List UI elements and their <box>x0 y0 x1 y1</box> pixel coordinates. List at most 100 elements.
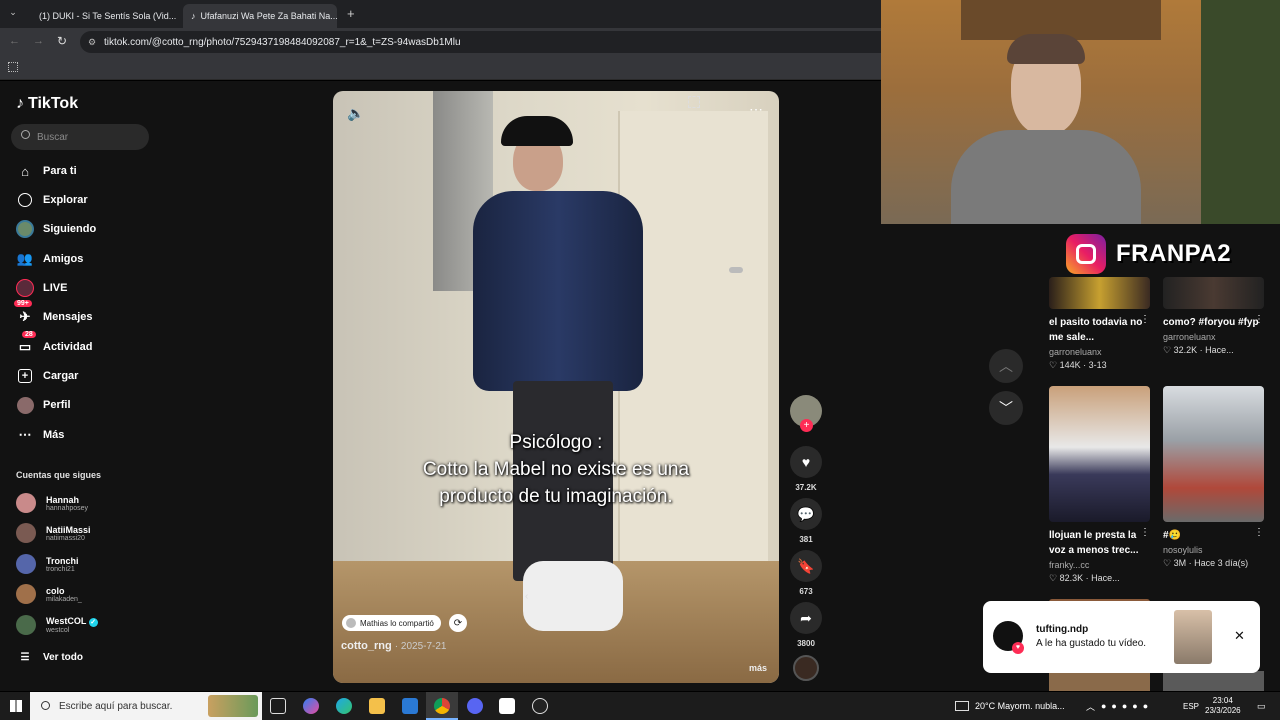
like-count: 37.2K <box>795 483 817 492</box>
language-indicator[interactable]: ESP <box>1183 692 1199 720</box>
close-icon[interactable]: ✕ <box>1234 628 1245 644</box>
save-button[interactable]: 🔖 673 <box>790 550 822 596</box>
prev-post-button[interactable]: ︿ <box>989 349 1023 383</box>
windows-start-icon[interactable] <box>10 700 22 712</box>
nav-siguiendo[interactable]: Siguiendo <box>16 218 96 240</box>
following-natiimassi[interactable]: NatiiMassi natiimassi20 <box>16 523 91 543</box>
follow-user: milakaden_ <box>46 595 82 603</box>
jacket <box>473 191 643 391</box>
nav-para-ti[interactable]: ⌂ Para ti <box>16 160 77 182</box>
grid-item-menu-icon[interactable]: ⋮ <box>1140 314 1150 325</box>
new-tab-button[interactable]: + <box>347 6 355 21</box>
post-menu-icon[interactable]: ⋯ <box>749 101 763 118</box>
qr-icon[interactable] <box>688 96 700 108</box>
notifications-icon[interactable]: ▭ <box>1257 692 1266 720</box>
grid-title: como? #foryou #fyp <box>1163 317 1259 328</box>
nav-mensajes[interactable]: ✈ 99+ Mensajes <box>14 300 93 328</box>
sound-disc-button[interactable] <box>790 655 822 681</box>
obs-icon[interactable] <box>532 698 548 714</box>
search-icon <box>21 130 30 139</box>
photo-caption: Psicólogo : Cotto la Mabel no existe es … <box>333 429 779 510</box>
task-view-icon[interactable] <box>270 698 286 714</box>
close-tab-icon[interactable]: ✕ <box>176 10 178 23</box>
search-input[interactable]: Buscar <box>11 124 149 150</box>
back-icon[interactable]: ← <box>9 35 20 47</box>
prev-photo-icon[interactable]: ‹ <box>525 591 528 602</box>
follow-name: Tronchi <box>46 555 79 566</box>
tab-title: Ufafanuzi Wa Pete Za Bahati Na... <box>200 11 338 21</box>
thumbnail <box>1049 277 1150 309</box>
following-colo[interactable]: colo milakaden_ <box>16 584 82 604</box>
apps-grid-icon[interactable] <box>8 62 18 72</box>
tab-list-button[interactable]: ⌄ <box>6 7 20 21</box>
grid-item-1[interactable]: el pasito todavia no me sale... garronel… <box>1049 277 1153 371</box>
volume-icon[interactable]: 🔈 <box>347 105 364 122</box>
tab-youtube[interactable]: (1) DUKI - Si Te Sentís Sola (Vid... ✕ <box>26 4 178 28</box>
following-tronchi[interactable]: Tronchi tronchi21 <box>16 554 79 574</box>
notification-thumbnail <box>1174 610 1212 664</box>
like-button[interactable]: ♥ 37.2K <box>790 446 822 492</box>
site-info-icon[interactable]: ⚙ <box>88 37 96 48</box>
grid-title: llojuan le presta la voz a menos trec... <box>1049 530 1139 556</box>
shared-by-chip[interactable]: Mathias lo compartió <box>342 615 441 631</box>
nav-actividad[interactable]: ▭ 28 Actividad <box>16 331 93 358</box>
notification-user: tufting.ndp <box>1036 624 1089 635</box>
chrome-icon[interactable] <box>434 698 450 714</box>
tab-tiktok[interactable]: ♪ Ufafanuzi Wa Pete Za Bahati Na... ✕ <box>183 4 337 28</box>
nav-explorar[interactable]: Explorar <box>16 189 88 211</box>
share-icon: ➦ <box>790 602 822 634</box>
taskbar-search[interactable]: Escribe aquí para buscar. <box>30 692 262 720</box>
copilot-icon[interactable] <box>303 698 319 714</box>
file-explorer-icon[interactable] <box>369 698 385 714</box>
post-author[interactable]: cotto_rng · 2025-7-21 <box>341 640 447 652</box>
follow-plus-icon[interactable]: + <box>800 419 813 432</box>
grid-item-3[interactable]: llojuan le presta la voz a menos trec...… <box>1049 386 1153 584</box>
following-title: Cuentas que sigues <box>16 470 102 480</box>
comment-button[interactable]: 💬 381 <box>790 498 822 544</box>
url-field[interactable]: ⚙ tiktok.com/@cotto_rng/photo/7529437198… <box>80 31 960 53</box>
nav-mas[interactable]: ⋯ Más <box>16 424 65 446</box>
nav-label: Actividad <box>43 341 93 353</box>
caption-line: producto de tu imaginación. <box>439 486 673 507</box>
like-notification[interactable]: ♥ tufting.ndp A le ha gustado tu vídeo. … <box>983 601 1260 673</box>
more-icon: ⋯ <box>18 427 32 442</box>
share-button[interactable]: ➦ 3800 <box>790 602 822 648</box>
grid-title: el pasito todavia no me sale... <box>1049 317 1143 343</box>
author-avatar-button[interactable]: + <box>790 395 822 432</box>
capcut-icon[interactable] <box>499 698 515 714</box>
music-disc-icon <box>793 655 819 681</box>
discord-icon[interactable] <box>467 698 483 714</box>
photo-post[interactable]: 🔈 ⋯ Psicólogo : Cotto la Mabel no existe… <box>333 91 779 683</box>
grid-item-menu-icon[interactable]: ⋮ <box>1254 527 1264 538</box>
tiktok-logo[interactable]: ♪ TikTok <box>16 95 78 113</box>
reload-icon[interactable]: ↻ <box>57 34 67 48</box>
nav-live[interactable]: LIVE <box>16 277 67 299</box>
next-post-button[interactable]: ﹀ <box>989 391 1023 425</box>
grid-item-2[interactable]: como? #foryou #fyp garroneluanx ♡ 32.2K … <box>1163 277 1267 356</box>
forward-icon[interactable]: → <box>33 35 44 47</box>
edge-icon[interactable] <box>336 698 352 714</box>
follow-user: natiimassi20 <box>46 534 85 542</box>
weather-widget[interactable]: 20°C Mayorm. nubla... <box>955 692 1065 720</box>
mail-icon[interactable] <box>402 698 418 714</box>
compass-icon <box>16 191 34 209</box>
clock[interactable]: 23:04 23/3/2026 <box>1205 692 1241 720</box>
grid-item-menu-icon[interactable]: ⋮ <box>1254 314 1264 325</box>
nav-label: LIVE <box>43 282 68 294</box>
following-hannah[interactable]: Hannah hannahposey <box>16 493 88 513</box>
avatar <box>16 523 36 543</box>
tray-icons[interactable]: ●●●●● <box>1101 692 1153 720</box>
more-link[interactable]: más <box>749 663 767 673</box>
nav-amigos[interactable]: 👥 Amigos <box>16 248 83 270</box>
repost-icon[interactable]: ⟳ <box>449 614 467 632</box>
nav-cargar[interactable]: + Cargar <box>16 365 78 387</box>
thumbnail <box>1163 277 1264 309</box>
see-all-link[interactable]: ☰ Ver todo <box>16 646 84 668</box>
following-westcol[interactable]: WestCOL ✓ westcol <box>16 615 98 635</box>
grid-item-menu-icon[interactable]: ⋮ <box>1140 527 1150 538</box>
nav-perfil[interactable]: Perfil <box>16 394 71 416</box>
grid-item-4[interactable]: #🥲 nosoylulis ♡ 3M · Hace 3 día(s) <box>1163 386 1267 569</box>
follow-user: westcol <box>46 627 70 634</box>
tray-chevron-icon[interactable]: ︿ <box>1086 692 1095 720</box>
friends-icon: 👥 <box>16 251 34 266</box>
